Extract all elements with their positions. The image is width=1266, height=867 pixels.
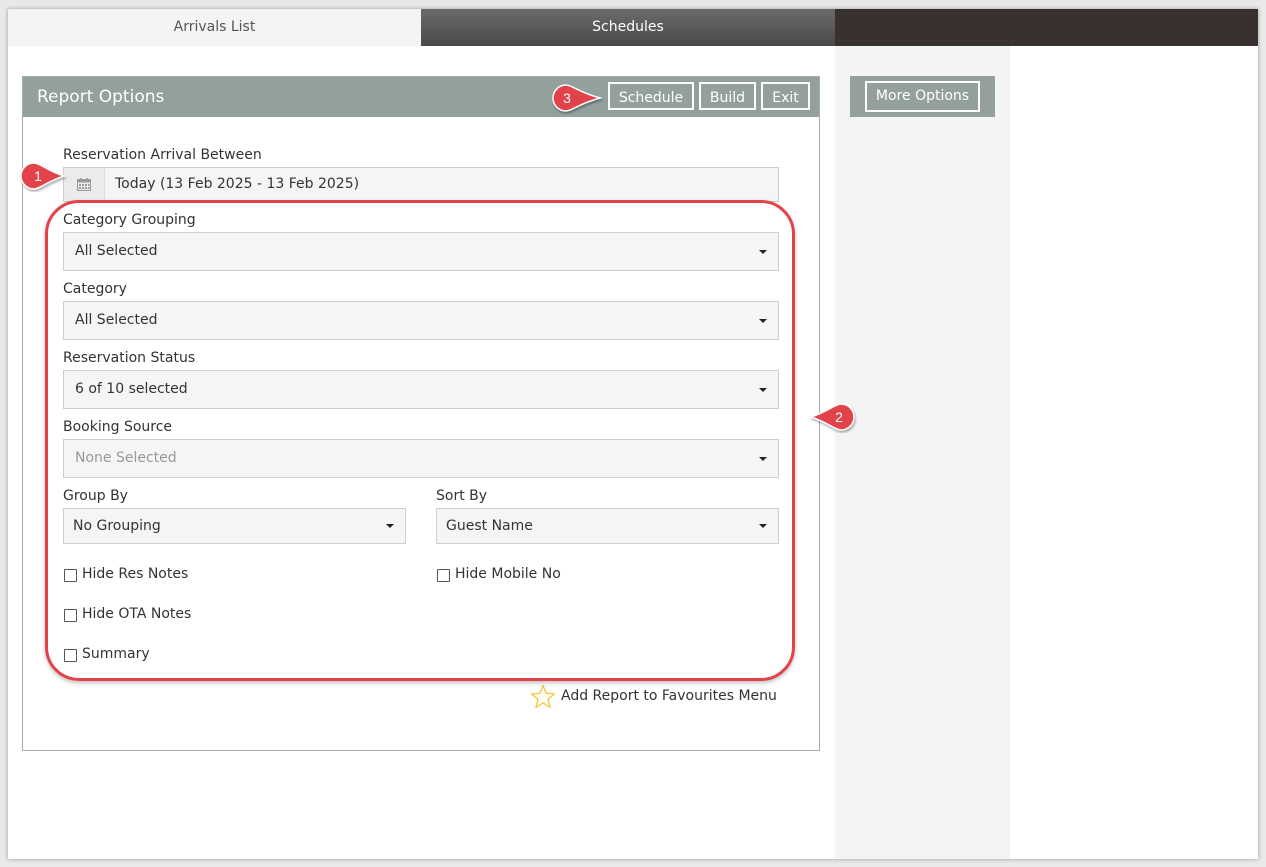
- callout-marker-2: 2: [808, 403, 855, 431]
- callout-1-text: 1: [34, 168, 42, 184]
- arrival-date-range-field[interactable]: Today (13 Feb 2025 - 13 Feb 2025): [63, 167, 779, 202]
- tab-bar: Arrivals List Schedules: [8, 9, 1258, 46]
- report-options-header: Report Options Schedule Build Exit: [23, 77, 819, 117]
- callout-marker-3: 3: [552, 84, 603, 112]
- side-column: [835, 46, 1010, 859]
- callout-2-text: 2: [835, 409, 843, 425]
- highlight-frame: [45, 200, 795, 681]
- add-to-favourites-link[interactable]: Add Report to Favourites Menu: [561, 688, 777, 704]
- panel-title: Report Options: [37, 87, 165, 107]
- more-options-button[interactable]: More Options: [865, 81, 980, 112]
- arrival-date-range-value: Today (13 Feb 2025 - 13 Feb 2025): [115, 176, 360, 192]
- callout-marker-1: 1: [20, 162, 67, 190]
- exit-button[interactable]: Exit: [761, 82, 810, 110]
- star-icon[interactable]: [530, 684, 556, 710]
- schedule-button[interactable]: Schedule: [608, 82, 694, 110]
- tab-schedules[interactable]: Schedules: [421, 9, 835, 46]
- callout-3-text: 3: [563, 90, 571, 106]
- calendar-icon-box: [64, 168, 105, 201]
- build-button[interactable]: Build: [699, 82, 756, 110]
- calendar-icon: [77, 178, 91, 191]
- more-options-bar: More Options: [850, 76, 995, 117]
- app-window: Arrivals List Schedules More Options Rep…: [8, 9, 1258, 859]
- tab-arrivals-list[interactable]: Arrivals List: [8, 9, 421, 46]
- arrival-between-label: Reservation Arrival Between: [63, 147, 262, 163]
